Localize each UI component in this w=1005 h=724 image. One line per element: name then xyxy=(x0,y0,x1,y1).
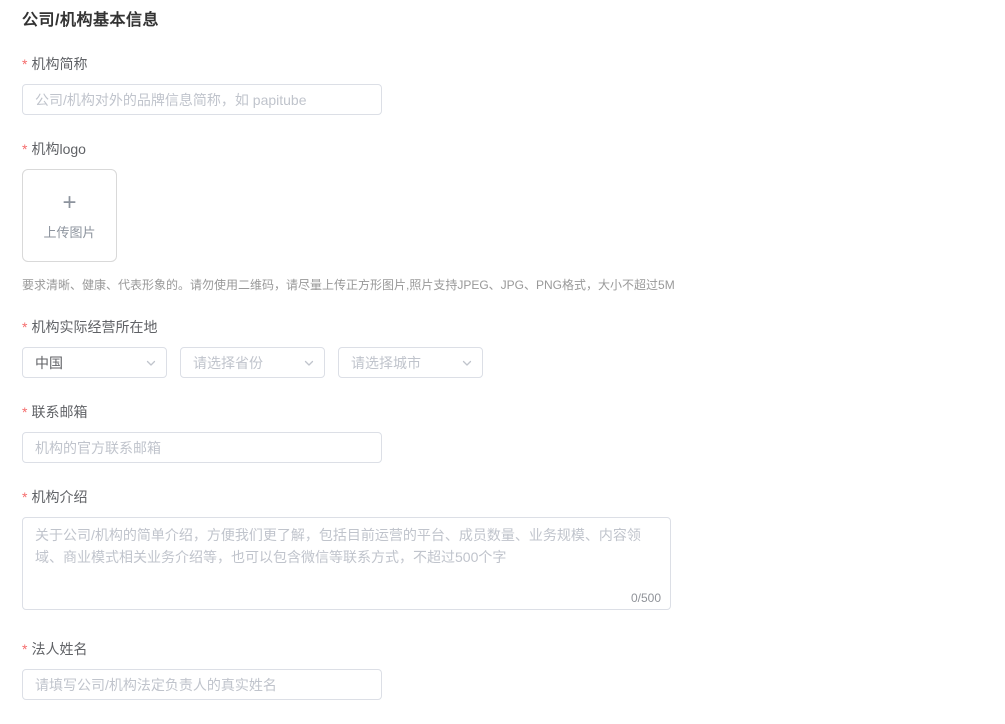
form-item-location: *机构实际经营所在地 中国 请选择省份 请选择城市 xyxy=(22,317,1005,378)
legal-name-input[interactable] xyxy=(22,669,382,700)
required-asterisk: * xyxy=(22,319,27,335)
location-label: *机构实际经营所在地 xyxy=(22,317,1005,337)
logo-label: *机构logo xyxy=(22,139,1005,159)
required-asterisk: * xyxy=(22,404,27,420)
province-select-placeholder: 请选择省份 xyxy=(193,353,263,373)
legal-name-label: *法人姓名 xyxy=(22,639,1005,659)
required-asterisk: * xyxy=(22,141,27,157)
upload-button-label: 上传图片 xyxy=(43,222,95,241)
city-select-placeholder: 请选择城市 xyxy=(351,353,421,373)
form-item-logo: *机构logo + 上传图片 要求清晰、健康、代表形象的。请勿使用二维码，请尽量… xyxy=(22,139,1005,293)
chevron-down-icon xyxy=(303,357,315,369)
form-item-intro: *机构介绍 0/500 xyxy=(22,487,1005,615)
form-item-email: *联系邮箱 xyxy=(22,402,1005,463)
org-basic-info-form: 公司/机构基本信息 *机构简称 *机构logo + 上传图片 要求清晰、健康、代… xyxy=(0,0,1005,724)
country-select-value: 中国 xyxy=(35,353,63,373)
intro-textarea-wrap: 0/500 xyxy=(22,517,671,615)
logo-label-text: 机构logo xyxy=(31,141,85,157)
logo-upload-hint: 要求清晰、健康、代表形象的。请勿使用二维码，请尽量上传正方形图片,照片支持JPE… xyxy=(22,276,1005,293)
province-select[interactable]: 请选择省份 xyxy=(180,347,325,378)
required-asterisk: * xyxy=(22,641,27,657)
intro-label-text: 机构介绍 xyxy=(31,489,87,505)
required-asterisk: * xyxy=(22,56,27,72)
email-label: *联系邮箱 xyxy=(22,402,1005,422)
short-name-label-text: 机构简称 xyxy=(31,56,87,72)
location-selects-row: 中国 请选择省份 请选择城市 xyxy=(22,347,1005,378)
form-item-legal-name: *法人姓名 xyxy=(22,639,1005,700)
plus-icon: + xyxy=(62,191,76,215)
intro-label: *机构介绍 xyxy=(22,487,1005,507)
legal-name-label-text: 法人姓名 xyxy=(31,641,87,657)
short-name-input[interactable] xyxy=(22,84,382,115)
chevron-down-icon xyxy=(145,357,157,369)
chevron-down-icon xyxy=(461,357,473,369)
page-title: 公司/机构基本信息 xyxy=(22,6,1005,30)
location-label-text: 机构实际经营所在地 xyxy=(31,319,157,335)
char-counter: 0/500 xyxy=(627,591,661,605)
required-asterisk: * xyxy=(22,489,27,505)
email-label-text: 联系邮箱 xyxy=(31,404,87,420)
city-select[interactable]: 请选择城市 xyxy=(338,347,483,378)
form-item-short-name: *机构简称 xyxy=(22,54,1005,115)
intro-textarea[interactable] xyxy=(22,517,671,610)
logo-upload-button[interactable]: + 上传图片 xyxy=(22,169,117,262)
short-name-label: *机构简称 xyxy=(22,54,1005,74)
country-select[interactable]: 中国 xyxy=(22,347,167,378)
email-input[interactable] xyxy=(22,432,382,463)
